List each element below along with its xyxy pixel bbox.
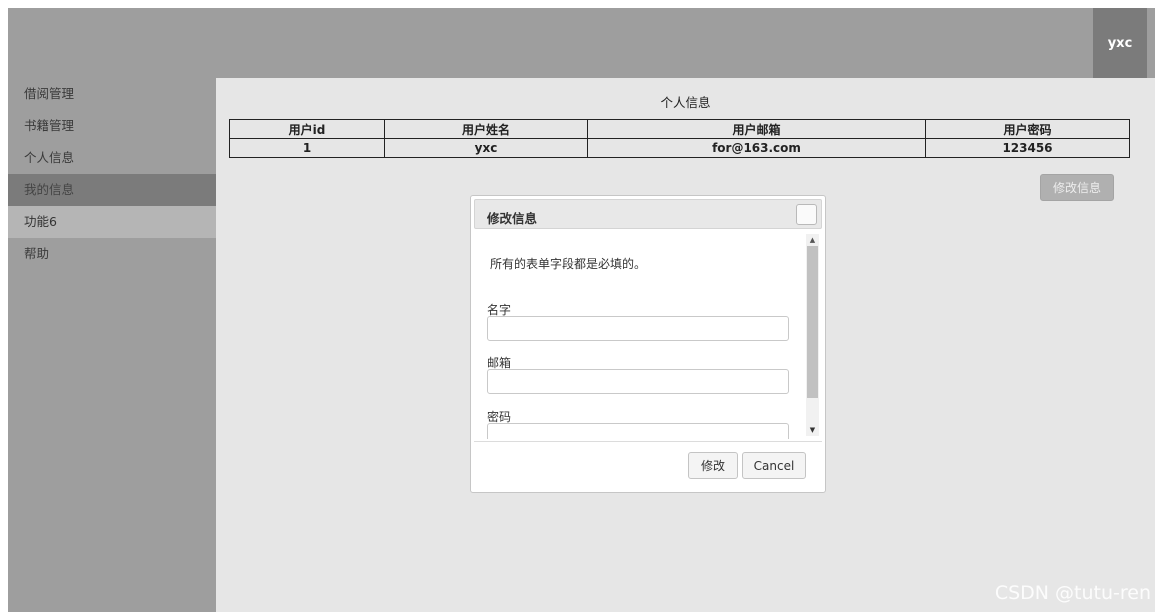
cell-user-password: 123456 [925, 138, 1130, 158]
sidebar-item-borrow[interactable]: 借阅管理 [8, 78, 216, 110]
submit-button[interactable]: 修改 [688, 452, 738, 479]
column-header-user-email: 用户邮箱 [587, 119, 926, 139]
sidebar: 借阅管理 书籍管理 个人信息 我的信息 功能6 帮助 [8, 78, 216, 612]
dialog-title: 修改信息 [487, 211, 538, 226]
watermark: CSDN @tutu-ren [994, 582, 1151, 604]
sidebar-item-help[interactable]: 帮助 [8, 238, 216, 270]
dialog-header[interactable]: 修改信息 [474, 199, 822, 229]
close-button[interactable] [796, 204, 817, 225]
form-tips: 所有的表单字段都是必填的。 [490, 257, 647, 271]
cancel-button[interactable]: Cancel [742, 452, 806, 479]
name-input[interactable] [487, 316, 789, 341]
user-badge[interactable]: yxc [1093, 8, 1147, 78]
page-title: 个人信息 [660, 95, 711, 110]
column-header-user-name: 用户姓名 [384, 119, 588, 139]
top-header: yxc [8, 8, 1155, 78]
cell-user-email: for@163.com [587, 138, 926, 158]
cell-user-id: 1 [229, 138, 385, 158]
dialog-body: 所有的表单字段都是必填的。 名字 邮箱 密码 ▲ ▼ [474, 231, 822, 439]
table-header-row: 用户id 用户姓名 用户邮箱 用户密码 [229, 119, 1130, 139]
table-row: 1 yxc for@163.com 123456 [229, 138, 1130, 158]
scroll-down-arrow-icon[interactable]: ▼ [806, 424, 819, 436]
scroll-up-arrow-icon[interactable]: ▲ [806, 234, 819, 246]
column-header-user-id: 用户id [229, 119, 385, 139]
sidebar-item-books[interactable]: 书籍管理 [8, 110, 216, 142]
dialog-divider [474, 441, 822, 442]
sidebar-item-my-info[interactable]: 我的信息 [8, 174, 216, 206]
column-header-user-password: 用户密码 [925, 119, 1130, 139]
scroll-thumb[interactable] [807, 246, 818, 398]
sidebar-item-personal-info[interactable]: 个人信息 [8, 142, 216, 174]
edit-info-button[interactable]: 修改信息 [1040, 174, 1114, 201]
cell-user-name: yxc [384, 138, 588, 158]
edit-info-dialog: 修改信息 所有的表单字段都是必填的。 名字 邮箱 密码 ▲ ▼ 修改 Cance… [470, 195, 826, 493]
email-input[interactable] [487, 369, 789, 394]
password-input[interactable] [487, 423, 789, 439]
sidebar-item-function6[interactable]: 功能6 [8, 206, 216, 238]
dialog-scrollbar[interactable]: ▲ ▼ [806, 234, 819, 436]
user-info-table: 用户id 用户姓名 用户邮箱 用户密码 1 yxc for@163.com 12… [229, 119, 1130, 158]
